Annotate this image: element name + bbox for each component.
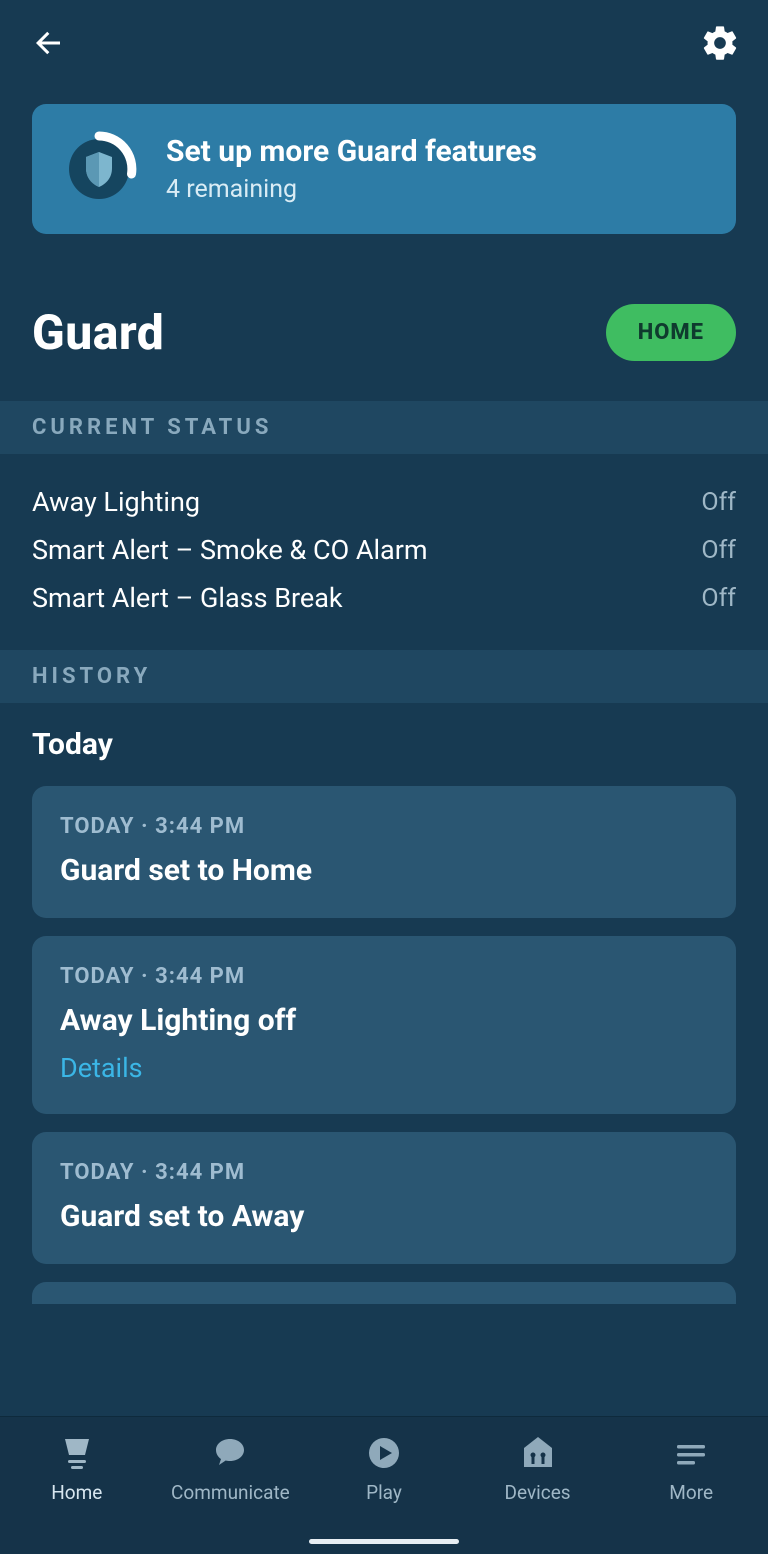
history-list: Today TODAY · 3:44 PM Guard set to Home …: [0, 703, 768, 1304]
history-card[interactable]: TODAY · 3:44 PM Guard set to Home: [32, 786, 736, 918]
status-row-away-lighting[interactable]: Away Lighting Off: [32, 478, 736, 526]
main-content: Set up more Guard features 4 remaining G…: [0, 78, 768, 1416]
history-title: Guard set to Away: [60, 1199, 708, 1234]
status-name: Away Lighting: [32, 486, 200, 518]
gear-icon: [700, 23, 740, 63]
top-bar: [0, 0, 768, 78]
bottom-nav: Home Communicate Play Devices More: [0, 1416, 768, 1554]
history-time: TODAY · 3:44 PM: [60, 964, 708, 989]
devices-icon: [518, 1433, 558, 1473]
page-title: Guard: [32, 304, 164, 361]
gesture-bar: [309, 1539, 459, 1544]
back-button[interactable]: [24, 19, 72, 67]
setup-banner[interactable]: Set up more Guard features 4 remaining: [32, 104, 736, 234]
tab-more[interactable]: More: [621, 1433, 761, 1504]
banner-text: Set up more Guard features 4 remaining: [166, 134, 537, 204]
history-card-peek: [32, 1282, 736, 1304]
tab-play[interactable]: Play: [314, 1433, 454, 1504]
more-icon: [671, 1433, 711, 1473]
status-value: Off: [701, 584, 736, 613]
tab-home[interactable]: Home: [7, 1433, 147, 1504]
tab-devices[interactable]: Devices: [468, 1433, 608, 1504]
tab-label: More: [669, 1481, 713, 1504]
play-icon: [364, 1433, 404, 1473]
tab-label: Devices: [505, 1481, 571, 1504]
mode-pill[interactable]: HOME: [606, 304, 736, 361]
tab-communicate[interactable]: Communicate: [160, 1433, 300, 1504]
arrow-left-icon: [30, 25, 66, 61]
status-row-smoke-co[interactable]: Smart Alert – Smoke & CO Alarm Off: [32, 526, 736, 574]
status-value: Off: [701, 488, 736, 517]
history-group-label: Today: [32, 727, 736, 762]
history-time: TODAY · 3:44 PM: [60, 1160, 708, 1185]
history-card[interactable]: TODAY · 3:44 PM Away Lighting off Detail…: [32, 936, 736, 1114]
banner-subtitle: 4 remaining: [166, 175, 537, 204]
tab-label: Play: [366, 1481, 402, 1504]
title-row: Guard HOME: [0, 234, 768, 401]
settings-button[interactable]: [696, 19, 744, 67]
status-list: Away Lighting Off Smart Alert – Smoke & …: [0, 454, 768, 650]
history-title: Guard set to Home: [60, 853, 708, 888]
chat-icon: [210, 1433, 250, 1473]
tab-label: Communicate: [171, 1481, 290, 1504]
section-header-status: CURRENT STATUS: [0, 401, 768, 454]
status-name: Smart Alert – Smoke & CO Alarm: [32, 534, 428, 566]
shield-progress-icon: [60, 130, 138, 208]
home-icon: [57, 1433, 97, 1473]
banner-title: Set up more Guard features: [166, 134, 537, 169]
section-header-history: HISTORY: [0, 650, 768, 703]
status-value: Off: [701, 536, 736, 565]
history-time: TODAY · 3:44 PM: [60, 814, 708, 839]
history-title: Away Lighting off: [60, 1003, 708, 1038]
history-details-link[interactable]: Details: [60, 1052, 708, 1084]
history-card[interactable]: TODAY · 3:44 PM Guard set to Away: [32, 1132, 736, 1264]
tab-label: Home: [51, 1481, 102, 1504]
status-row-glass-break[interactable]: Smart Alert – Glass Break Off: [32, 574, 736, 622]
status-name: Smart Alert – Glass Break: [32, 582, 343, 614]
